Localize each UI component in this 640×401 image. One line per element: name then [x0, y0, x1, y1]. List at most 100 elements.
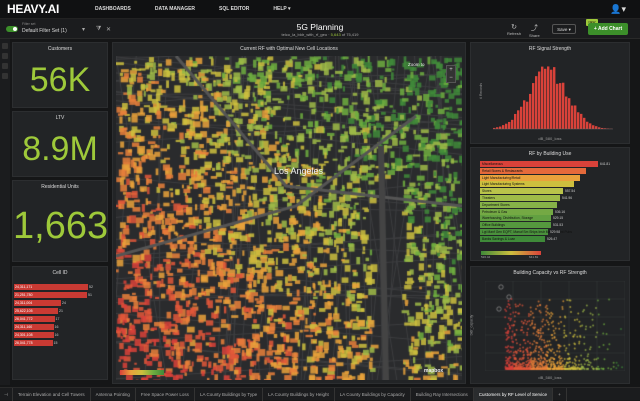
rf-map[interactable]: Los Angeles Zoom to mapbox: [116, 56, 462, 380]
histogram-bar[interactable]: [547, 66, 549, 129]
rf-building-row[interactable]: Theaters541.96: [480, 195, 560, 201]
histogram-bar[interactable]: [568, 98, 570, 129]
cell-id-count: 15: [54, 341, 58, 345]
cell-id-label: 26,041,772: [14, 316, 38, 322]
ltv-panel[interactable]: LTV 8.9M: [12, 111, 108, 177]
rf-building-value: 526.47: [547, 236, 557, 242]
customers-panel[interactable]: Customers 56K: [12, 42, 108, 108]
cell-id-row[interactable]: 24,301,10816: [14, 331, 96, 338]
heavyai-logo[interactable]: HEAVY.AI: [7, 2, 73, 16]
add-chart-button[interactable]: + Add Chart: [588, 23, 628, 35]
rf-building-row[interactable]: Warehousing, Distribution, Storage529.15: [480, 215, 551, 221]
histogram-bar[interactable]: [553, 67, 555, 129]
histogram-bar[interactable]: [580, 114, 582, 129]
histogram-bar[interactable]: [577, 112, 579, 129]
add-tab-icon[interactable]: +: [553, 388, 567, 401]
color-tool-icon[interactable]: [2, 73, 8, 79]
rf-signal-histogram[interactable]: [471, 55, 631, 147]
tab-la-county-buildings-by-capacity[interactable]: LA County Buildings by Capacity: [335, 388, 411, 401]
histogram-bar[interactable]: [538, 72, 540, 129]
histogram-bar[interactable]: [496, 127, 498, 129]
histogram-bar[interactable]: [595, 126, 597, 129]
tab-customers-by-rf-level-of-service[interactable]: Customers by RF Level of Service: [474, 388, 553, 401]
rf-signal-panel[interactable]: RF Signal Strength # Records dB_580_loss: [470, 42, 630, 144]
histogram-bar[interactable]: [505, 124, 507, 129]
save-button[interactable]: Save ▾: [552, 24, 576, 34]
rf-building-row[interactable]: Department Stores: [480, 202, 557, 208]
cell-id-row[interactable]: 21,251,78051: [14, 291, 96, 298]
histogram-bar[interactable]: [589, 123, 591, 129]
tab-la-county-buildings-by-type[interactable]: LA County Buildings by Type: [195, 388, 263, 401]
nav-data-manager[interactable]: DATA MANAGER: [155, 6, 195, 12]
histogram-bar[interactable]: [583, 118, 585, 129]
filter-tool-icon[interactable]: [2, 43, 8, 49]
rf-building-row[interactable]: Office Buildings531.53: [480, 222, 551, 228]
rf-building-row[interactable]: Light Manufacturing Systems: [480, 181, 574, 187]
ltv-value: 8.9M: [13, 130, 107, 169]
rf-building-row[interactable]: Retail Stores & Restaurants: [480, 168, 586, 174]
histogram-bar[interactable]: [586, 122, 588, 129]
rf-building-row[interactable]: Banks Savings & Loan526.47: [480, 236, 545, 242]
tab-scroll-left-icon[interactable]: ⊣: [0, 388, 13, 401]
histogram-bar[interactable]: [541, 67, 543, 129]
histogram-bar[interactable]: [535, 76, 537, 129]
rf-building-row[interactable]: Stores557.54: [480, 188, 563, 194]
tab-la-county-buildings-by-height[interactable]: LA County Buildings by Height: [263, 388, 335, 401]
zoom-to-label[interactable]: Zoom to: [408, 62, 425, 67]
cell-id-row[interactable]: 25,622,10521: [14, 307, 96, 314]
histogram-bar[interactable]: [529, 94, 531, 129]
cell-id-row[interactable]: 26,041,77217: [14, 315, 96, 322]
histogram-bar[interactable]: [562, 83, 564, 129]
cell-id-row[interactable]: 24,311,16016: [14, 323, 96, 330]
histogram-bar[interactable]: [526, 102, 528, 129]
histogram-bar[interactable]: [550, 70, 552, 129]
histogram-bar[interactable]: [598, 127, 600, 129]
capacity-panel[interactable]: Building Capacity vs RF Strength bldr_ca…: [470, 266, 630, 384]
histogram-bar[interactable]: [517, 110, 519, 129]
histogram-bar[interactable]: [574, 105, 576, 129]
layers-tool-icon[interactable]: [2, 53, 8, 59]
cell-id-row[interactable]: 24,311,00424: [14, 299, 96, 306]
rf-building-row[interactable]: Light Manufacturing/Retail: [480, 175, 580, 181]
map-zoom-control[interactable]: +−: [446, 65, 456, 83]
cell-id-bar: [38, 308, 58, 314]
tab-terrain-elevation-and-cell-towers[interactable]: Terrain Elevation and Cell Towers: [13, 388, 91, 401]
residential-units-panel[interactable]: Residential Units 1,663: [12, 180, 108, 262]
histogram-bar[interactable]: [508, 122, 510, 129]
table-tool-icon[interactable]: [2, 63, 8, 69]
share-button[interactable]: ⤴Share: [529, 23, 540, 38]
tab-building-ray-intersections[interactable]: Building Ray Intersections: [411, 388, 474, 401]
cell-id-row[interactable]: 24,311,17152: [14, 283, 96, 290]
map-title: Current RF with Optimal New Cell Locatio…: [113, 46, 465, 52]
cell-id-label: 21,251,780: [14, 292, 38, 298]
capacity-scatter-plot[interactable]: [485, 281, 625, 371]
histogram-bar[interactable]: [514, 114, 516, 129]
nav-dashboards[interactable]: DASHBOARDS: [95, 6, 131, 12]
histogram-bar[interactable]: [565, 97, 567, 129]
histogram-bar[interactable]: [511, 120, 513, 129]
cell-id-row[interactable]: 26,041,77815: [14, 339, 96, 346]
histogram-bar[interactable]: [571, 106, 573, 129]
histogram-bar[interactable]: [559, 83, 561, 129]
histogram-bar[interactable]: [499, 127, 501, 129]
histogram-bar[interactable]: [502, 125, 504, 129]
rf-building-row[interactable]: Lgt Manf Gen EQPT, Manuf Sm Ships Instr …: [480, 229, 548, 235]
rf-building-row[interactable]: Petroleum & Gas536.16: [480, 209, 553, 215]
cell-id-label: 24,311,160: [14, 324, 38, 330]
histogram-bar[interactable]: [532, 83, 534, 129]
histogram-bar[interactable]: [556, 84, 558, 129]
tab-free-space-power-loss[interactable]: Free Space Power Loss: [136, 388, 195, 401]
cell-id-bar: [38, 332, 54, 338]
histogram-bar[interactable]: [523, 100, 525, 129]
tab-antenna-pointing[interactable]: Antenna Pointing: [91, 388, 136, 401]
histogram-bar[interactable]: [520, 107, 522, 129]
nav-sql-editor[interactable]: SQL EDITOR: [219, 6, 249, 12]
cell-id-count: 16: [55, 333, 59, 337]
nav-help[interactable]: HELP ▾: [273, 6, 290, 12]
rf-building-row[interactable]: Miscellaneous641.81: [480, 161, 598, 167]
refresh-button[interactable]: ↻Refresh: [507, 23, 521, 36]
building-rf-map-canvas[interactable]: [116, 56, 462, 380]
histogram-bar[interactable]: [592, 125, 594, 129]
user-account-icon[interactable]: 👤▾: [610, 4, 626, 15]
histogram-bar[interactable]: [544, 69, 546, 129]
